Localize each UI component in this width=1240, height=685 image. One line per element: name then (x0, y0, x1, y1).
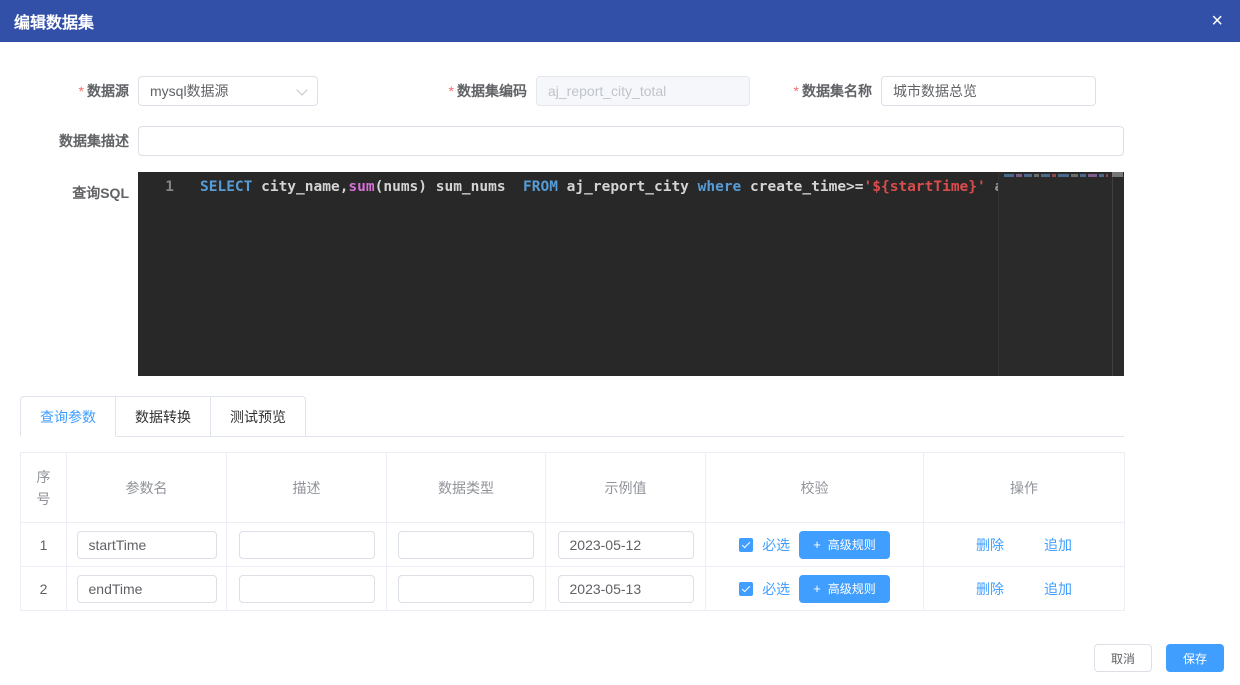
required-label: 必选 (762, 535, 790, 555)
tab-query-params[interactable]: 查询参数 (20, 396, 116, 437)
tab-strip: 查询参数 数据转换 测试预览 (20, 396, 306, 437)
dataset-name-label: *数据集名称 (750, 76, 881, 106)
param-table: 序号参数名描述数据类型示例值校验操作 1 必选 + 高级规则 删除 追加 2 (20, 452, 1125, 611)
editor-scrollbar[interactable] (1112, 172, 1124, 376)
advanced-rule-button[interactable]: + 高级规则 (799, 531, 890, 559)
form-row-description: 数据集描述 (20, 126, 1124, 156)
append-link[interactable]: 追加 (1044, 535, 1072, 555)
dataset-code-label: *数据集编码 (318, 76, 536, 106)
param-table-header-row: 序号参数名描述数据类型示例值校验操作 (21, 453, 1125, 523)
required-mark: * (79, 83, 84, 99)
edit-dataset-dialog: 编辑数据集 × *数据源 *数据集编码 *数据集名称 数据集描述 查询SQL 1… (0, 0, 1240, 685)
scrollbar-thumb[interactable] (1112, 172, 1123, 177)
cancel-button[interactable]: 取消 (1094, 644, 1152, 672)
advanced-rule-button[interactable]: + 高级规则 (799, 575, 890, 603)
column-header: 数据类型 (387, 453, 546, 523)
dataset-name-input[interactable] (881, 76, 1096, 106)
form-row-main: *数据源 *数据集编码 *数据集名称 (20, 76, 1124, 106)
line-number-gutter: 1 (138, 172, 188, 376)
param-example-input[interactable] (558, 575, 694, 603)
dialog-title: 编辑数据集 (14, 9, 94, 33)
param-desc-input[interactable] (239, 575, 375, 603)
tab-data-transform[interactable]: 数据转换 (116, 396, 211, 437)
row-index: 1 (40, 537, 48, 553)
dataset-desc-input[interactable] (138, 126, 1124, 156)
column-header: 校验 (706, 453, 924, 523)
datasource-select-value[interactable] (138, 76, 318, 106)
required-mark: * (794, 83, 799, 99)
dialog-body: *数据源 *数据集编码 *数据集名称 数据集描述 查询SQL 1 SELECT … (0, 76, 1240, 611)
editor-minimap[interactable] (998, 172, 1124, 376)
param-name-input[interactable] (77, 531, 217, 559)
plus-icon: + (813, 538, 821, 551)
delete-link[interactable]: 删除 (976, 535, 1004, 555)
tab-bar: 查询参数 数据转换 测试预览 (20, 396, 1124, 437)
column-header: 序号 (21, 453, 67, 523)
sql-editor[interactable]: 1 SELECT city_name,sum(nums) sum_nums FR… (138, 172, 1124, 376)
datasource-select[interactable] (138, 76, 318, 106)
required-mark: * (449, 83, 454, 99)
dialog-header: 编辑数据集 × (0, 0, 1240, 42)
form-row-sql: 查询SQL 1 SELECT city_name,sum(nums) sum_n… (20, 172, 1124, 376)
column-header: 操作 (924, 453, 1125, 523)
datasource-label: *数据源 (20, 76, 138, 106)
required-label: 必选 (762, 579, 790, 599)
advanced-rule-label: 高级规则 (828, 580, 876, 597)
plus-icon: + (813, 582, 821, 595)
required-checkbox[interactable] (739, 582, 753, 596)
close-icon[interactable]: × (1211, 11, 1223, 31)
param-desc-input[interactable] (239, 531, 375, 559)
delete-link[interactable]: 删除 (976, 579, 1004, 599)
tab-test-preview[interactable]: 测试预览 (211, 396, 306, 437)
dataset-desc-label: 数据集描述 (20, 126, 138, 156)
param-example-input[interactable] (558, 531, 694, 559)
minimap-line (1004, 174, 1108, 177)
table-row: 2 必选 + 高级规则 删除 追加 (21, 567, 1125, 611)
param-type-input[interactable] (398, 575, 534, 603)
column-header: 参数名 (67, 453, 227, 523)
dataset-code-input (536, 76, 750, 106)
sql-code-line[interactable]: SELECT city_name,sum(nums) sum_nums FROM… (188, 172, 1124, 376)
save-button[interactable]: 保存 (1166, 644, 1224, 672)
param-name-input[interactable] (77, 575, 217, 603)
column-header: 描述 (227, 453, 387, 523)
dialog-footer: 取消 保存 (1094, 644, 1224, 672)
append-link[interactable]: 追加 (1044, 579, 1072, 599)
param-type-input[interactable] (398, 531, 534, 559)
row-index: 2 (40, 581, 48, 597)
param-table-body: 1 必选 + 高级规则 删除 追加 2 必选 + (21, 523, 1125, 611)
table-row: 1 必选 + 高级规则 删除 追加 (21, 523, 1125, 567)
column-header: 示例值 (546, 453, 706, 523)
advanced-rule-label: 高级规则 (828, 536, 876, 553)
required-checkbox[interactable] (739, 538, 753, 552)
sql-label: 查询SQL (20, 172, 138, 208)
